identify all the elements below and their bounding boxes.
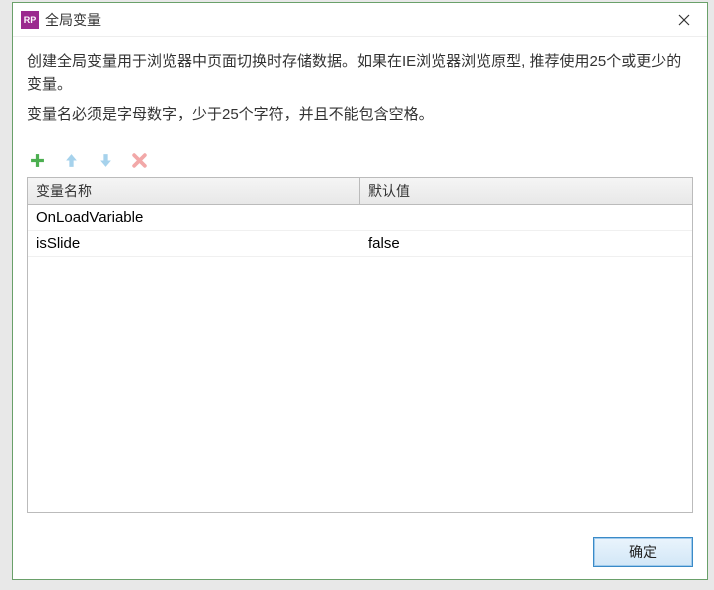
close-icon xyxy=(678,14,690,26)
cell-default[interactable]: false xyxy=(360,231,692,256)
cell-default[interactable] xyxy=(360,205,692,230)
table-row[interactable]: isSlide false xyxy=(28,231,692,257)
cell-name[interactable]: isSlide xyxy=(28,231,360,256)
delete-button[interactable] xyxy=(129,151,149,171)
global-variables-dialog: RP 全局变量 创建全局变量用于浏览器中页面切换时存储数据。如果在IE浏览器浏览… xyxy=(12,2,708,580)
dialog-title: 全局变量 xyxy=(45,10,669,30)
titlebar: RP 全局变量 xyxy=(13,3,707,37)
dialog-footer: 确定 xyxy=(13,527,707,579)
move-down-button[interactable] xyxy=(95,151,115,171)
toolbar xyxy=(13,145,707,177)
ok-button[interactable]: 确定 xyxy=(593,537,693,567)
cell-name[interactable]: OnLoadVariable xyxy=(28,205,360,230)
content-area: 创建全局变量用于浏览器中页面切换时存储数据。如果在IE浏览器浏览原型, 推荐使用… xyxy=(13,37,707,145)
arrow-down-icon xyxy=(98,153,113,168)
variables-table: 变量名称 默认值 OnLoadVariable isSlide false xyxy=(27,177,693,513)
arrow-up-icon xyxy=(64,153,79,168)
description-line-2: 变量名必须是字母数字，少于25个字符，并且不能包含空格。 xyxy=(27,104,693,127)
column-header-default[interactable]: 默认值 xyxy=(360,178,692,204)
add-button[interactable] xyxy=(27,151,47,171)
table-header: 变量名称 默认值 xyxy=(28,178,692,205)
table-row[interactable]: OnLoadVariable xyxy=(28,205,692,231)
plus-icon xyxy=(30,153,45,168)
close-button[interactable] xyxy=(669,8,699,32)
app-icon: RP xyxy=(21,11,39,29)
column-header-name[interactable]: 变量名称 xyxy=(28,178,360,204)
x-icon xyxy=(132,153,147,168)
table-body: OnLoadVariable isSlide false xyxy=(28,205,692,257)
move-up-button[interactable] xyxy=(61,151,81,171)
description-line-1: 创建全局变量用于浏览器中页面切换时存储数据。如果在IE浏览器浏览原型, 推荐使用… xyxy=(27,51,693,96)
